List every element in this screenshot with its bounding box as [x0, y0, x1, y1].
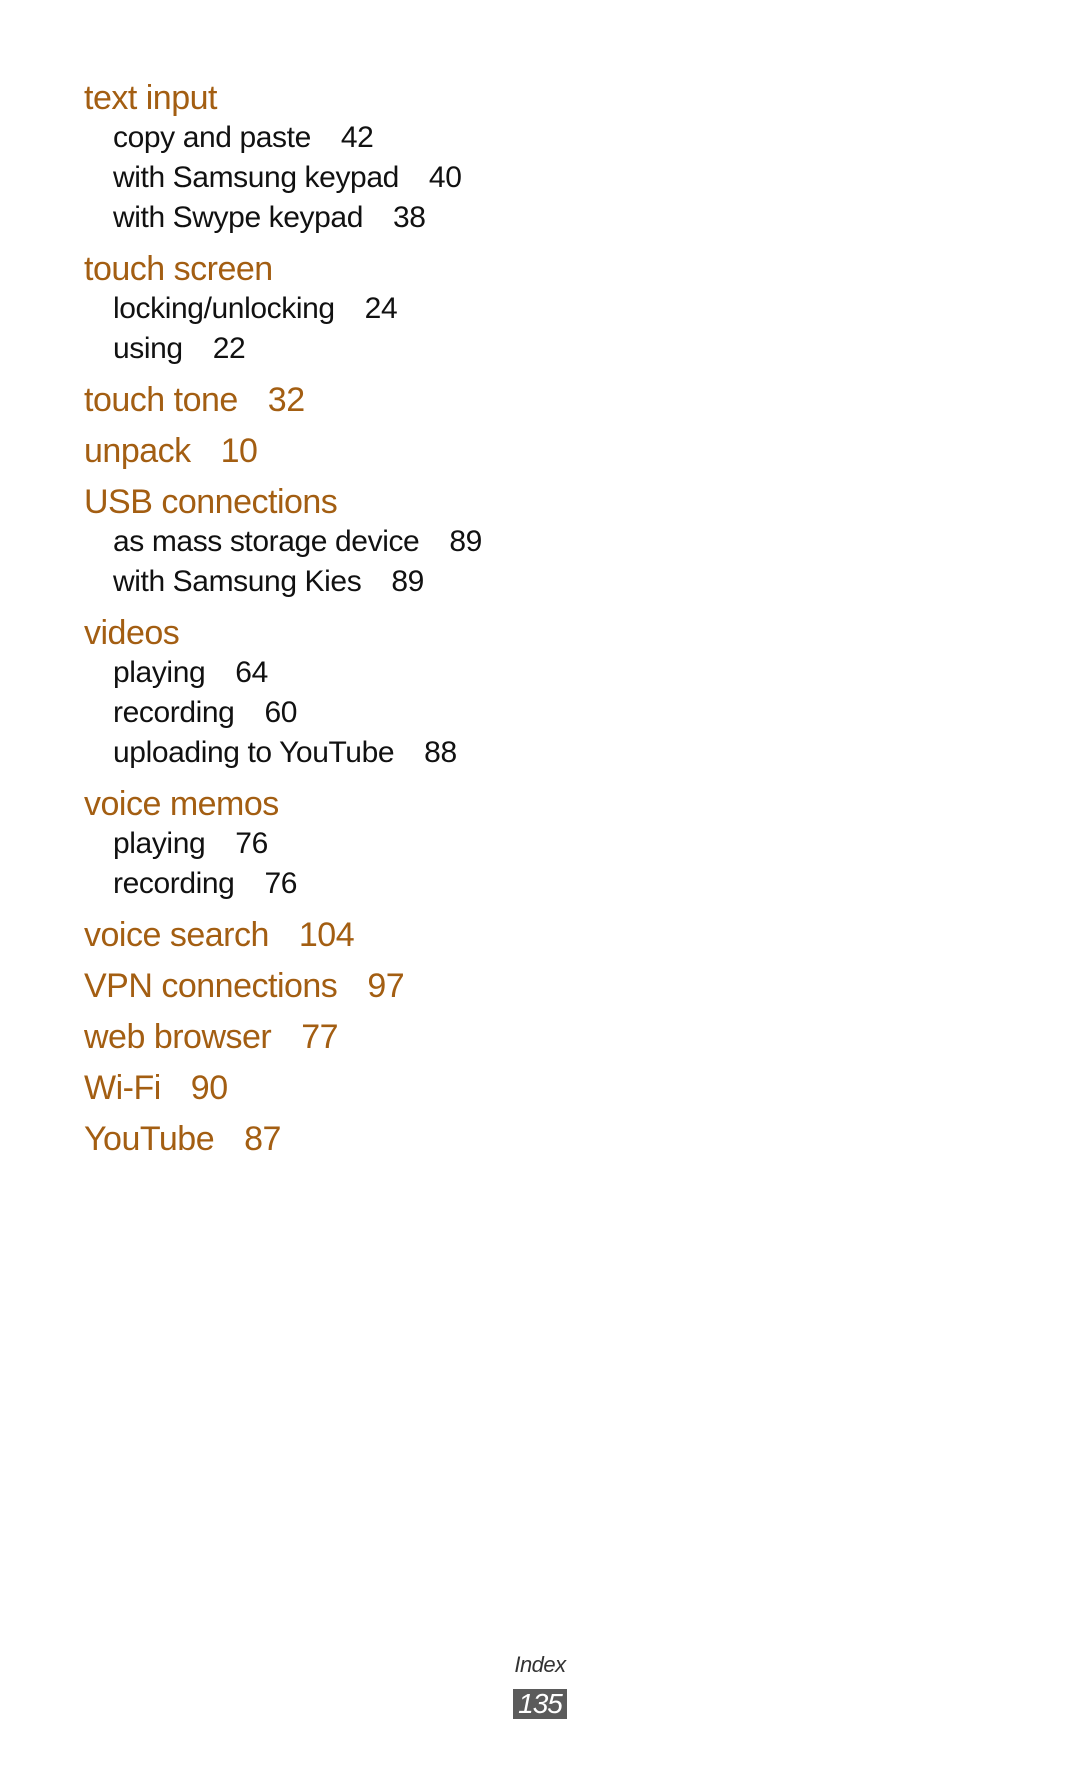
- page-number: 135: [513, 1689, 567, 1719]
- page-reference[interactable]: 89: [391, 565, 424, 598]
- index-entry: VPN connections 97: [84, 966, 984, 1006]
- page-reference[interactable]: 76: [235, 827, 268, 860]
- index-entry: voice search 104: [84, 915, 984, 955]
- index-term: touch screen: [84, 250, 273, 288]
- index-subentry: recording 60: [84, 693, 984, 733]
- page-reference[interactable]: 89: [449, 525, 482, 558]
- subentry-term: with Samsung Kies: [113, 565, 362, 598]
- section-label: Index: [514, 1652, 566, 1677]
- subentry-term: as mass storage device: [113, 525, 420, 558]
- index-term: USB connections: [84, 483, 338, 521]
- index-entry: touch screen locking/unlocking 24 using 22: [84, 249, 984, 369]
- page-reference[interactable]: 42: [341, 121, 374, 154]
- index-subentry: with Swype keypad 38: [84, 198, 984, 238]
- index-heading: VPN connections 97: [84, 966, 984, 1006]
- index-heading: text input: [84, 78, 984, 118]
- index-subentry: uploading to YouTube 88: [84, 733, 984, 773]
- subentry-term: recording: [113, 867, 235, 900]
- page-reference[interactable]: 32: [268, 381, 305, 419]
- subentry-term: playing: [113, 656, 206, 689]
- index-entry: unpack 10: [84, 431, 984, 471]
- index-term: videos: [84, 614, 180, 652]
- page-reference[interactable]: 90: [191, 1069, 228, 1107]
- index-entry: USB connections as mass storage device 89 w…: [84, 482, 984, 602]
- subentry-term: playing: [113, 827, 206, 860]
- page-reference[interactable]: 60: [264, 696, 297, 729]
- index-heading: USB connections: [84, 482, 984, 522]
- subentry-term: with Samsung keypad: [113, 161, 399, 194]
- index-term: YouTube: [84, 1120, 215, 1158]
- index-term: web browser: [84, 1018, 272, 1056]
- index-heading: videos: [84, 613, 984, 653]
- index-heading: web browser 77: [84, 1017, 984, 1057]
- index-heading: YouTube 87: [84, 1119, 984, 1159]
- page-reference[interactable]: 104: [299, 916, 355, 954]
- page-reference[interactable]: 40: [429, 161, 462, 194]
- page-reference[interactable]: 77: [301, 1018, 338, 1056]
- index-entry: text input copy and paste 42 with Samsung k…: [84, 78, 984, 238]
- page-reference[interactable]: 10: [221, 432, 258, 470]
- index-term: unpack: [84, 432, 191, 470]
- index-heading: unpack 10: [84, 431, 984, 471]
- page-reference[interactable]: 38: [393, 201, 426, 234]
- page-reference[interactable]: 88: [424, 736, 457, 769]
- subentry-term: copy and paste: [113, 121, 311, 154]
- page-reference[interactable]: 97: [367, 967, 404, 1005]
- subentry-term: recording: [113, 696, 235, 729]
- index-subentry: locking/unlocking 24: [84, 289, 984, 329]
- index-subentry: with Samsung keypad 40: [84, 158, 984, 198]
- index-term: text input: [84, 79, 217, 117]
- index-term: VPN connections: [84, 967, 338, 1005]
- index-subentry: playing 64: [84, 653, 984, 693]
- index-heading: voice memos: [84, 784, 984, 824]
- index-term: voice memos: [84, 785, 279, 823]
- subentry-term: uploading to YouTube: [113, 736, 395, 769]
- page-reference[interactable]: 24: [365, 292, 398, 325]
- index-heading: touch screen: [84, 249, 984, 289]
- index-entry: Wi-Fi 90: [84, 1068, 984, 1108]
- index-subentry: using 22: [84, 329, 984, 369]
- index-entry: YouTube 87: [84, 1119, 984, 1159]
- subentry-term: locking/unlocking: [113, 292, 335, 325]
- subentry-term: with Swype keypad: [113, 201, 364, 234]
- index-subentry: recording 76: [84, 864, 984, 904]
- index-subentry: playing 76: [84, 824, 984, 864]
- index-heading: touch tone 32: [84, 380, 984, 420]
- index-subentry: copy and paste 42: [84, 118, 984, 158]
- index-entry: touch tone 32: [84, 380, 984, 420]
- page-reference[interactable]: 87: [244, 1120, 281, 1158]
- index-entry: videos playing 64 recording 60 uploading to Y…: [84, 613, 984, 773]
- index-heading: Wi-Fi 90: [84, 1068, 984, 1108]
- subentry-term: using: [113, 332, 183, 365]
- index-term: voice search: [84, 916, 269, 954]
- index-subentry: with Samsung Kies 89: [84, 562, 984, 602]
- index-entry: web browser 77: [84, 1017, 984, 1057]
- page-reference[interactable]: 22: [213, 332, 246, 365]
- page-reference[interactable]: 76: [264, 867, 297, 900]
- index-term: touch tone: [84, 381, 238, 419]
- index-list: text input copy and paste 42 with Samsung k…: [84, 78, 984, 1159]
- page-reference[interactable]: 64: [235, 656, 268, 689]
- index-entry: voice memos playing 76 recording 76: [84, 784, 984, 904]
- index-heading: voice search 104: [84, 915, 984, 955]
- index-subentry: as mass storage device 89: [84, 522, 984, 562]
- index-term: Wi-Fi: [84, 1069, 161, 1107]
